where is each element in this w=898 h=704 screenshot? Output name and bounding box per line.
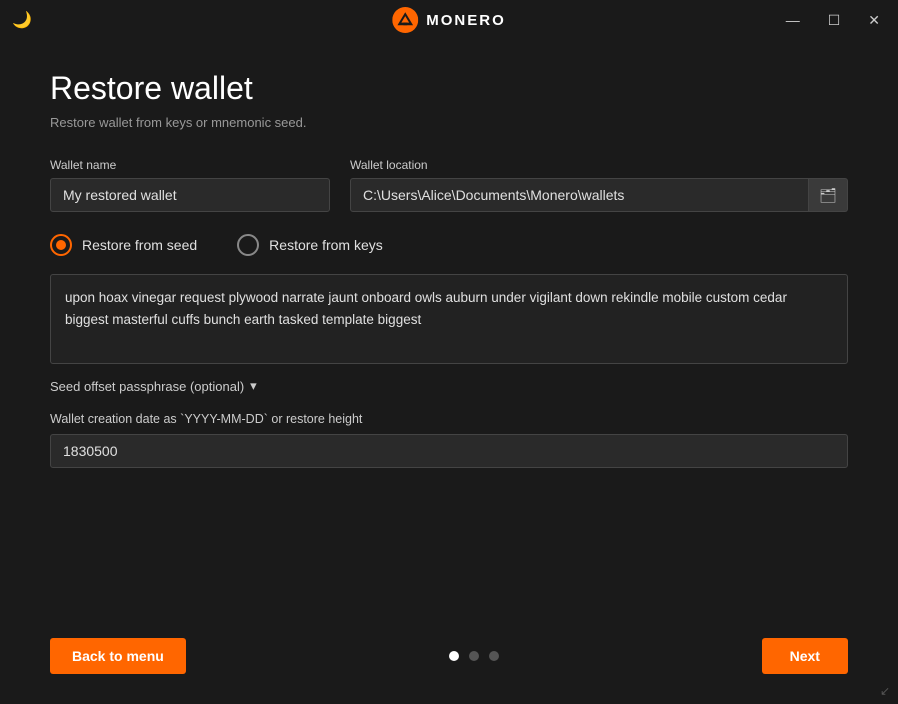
- restore-seed-label: Restore from seed: [82, 237, 197, 253]
- wallet-name-label: Wallet name: [50, 158, 330, 172]
- app-title: MONERO: [426, 12, 506, 29]
- pagination-dot-3: [489, 651, 499, 661]
- wallet-location-input[interactable]: [350, 178, 809, 212]
- page-title: Restore wallet: [50, 70, 848, 107]
- folder-browse-button[interactable]: 🗂: [809, 178, 848, 212]
- restore-height-label: Wallet creation date as `YYYY-MM-DD` or …: [50, 412, 848, 426]
- pagination-dot-1: [449, 651, 459, 661]
- restore-height-group: Wallet creation date as `YYYY-MM-DD` or …: [50, 412, 848, 468]
- maximize-button[interactable]: ☐: [822, 11, 847, 29]
- titlebar-center: MONERO: [392, 7, 506, 33]
- seed-textarea[interactable]: [50, 274, 848, 364]
- restore-from-keys-option[interactable]: Restore from keys: [237, 234, 383, 256]
- location-wrapper: 🗂: [350, 178, 848, 212]
- pagination: [449, 651, 499, 661]
- wallet-form-row: Wallet name Wallet location 🗂: [50, 158, 848, 212]
- restore-seed-radio[interactable]: [50, 234, 72, 256]
- wallet-location-group: Wallet location 🗂: [350, 158, 848, 212]
- chevron-down-icon: ▾: [250, 378, 257, 394]
- back-to-menu-button[interactable]: Back to menu: [50, 638, 186, 674]
- page-subtitle: Restore wallet from keys or mnemonic see…: [50, 115, 848, 130]
- titlebar: 🌙 MONERO — ☐ ✕: [0, 0, 898, 40]
- bottom-bar: Back to menu Next: [50, 618, 848, 674]
- restore-keys-radio[interactable]: [237, 234, 259, 256]
- wallet-name-input[interactable]: [50, 178, 330, 212]
- main-content: Restore wallet Restore wallet from keys …: [0, 40, 898, 704]
- passphrase-label: Seed offset passphrase (optional): [50, 379, 244, 394]
- restore-from-seed-option[interactable]: Restore from seed: [50, 234, 197, 256]
- passphrase-toggle[interactable]: Seed offset passphrase (optional) ▾: [50, 378, 848, 394]
- radio-row: Restore from seed Restore from keys: [50, 234, 848, 256]
- pagination-dot-2: [469, 651, 479, 661]
- minimize-button[interactable]: —: [780, 11, 806, 29]
- wallet-name-group: Wallet name: [50, 158, 330, 212]
- moon-icon: 🌙: [12, 10, 32, 30]
- resize-corner: ↙: [880, 684, 890, 698]
- folder-icon: 🗂: [819, 187, 837, 203]
- next-button[interactable]: Next: [762, 638, 848, 674]
- close-button[interactable]: ✕: [862, 11, 886, 29]
- wallet-location-label: Wallet location: [350, 158, 848, 172]
- restore-height-input[interactable]: [50, 434, 848, 468]
- titlebar-controls: — ☐ ✕: [780, 11, 886, 29]
- monero-logo: [392, 7, 418, 33]
- restore-keys-label: Restore from keys: [269, 237, 383, 253]
